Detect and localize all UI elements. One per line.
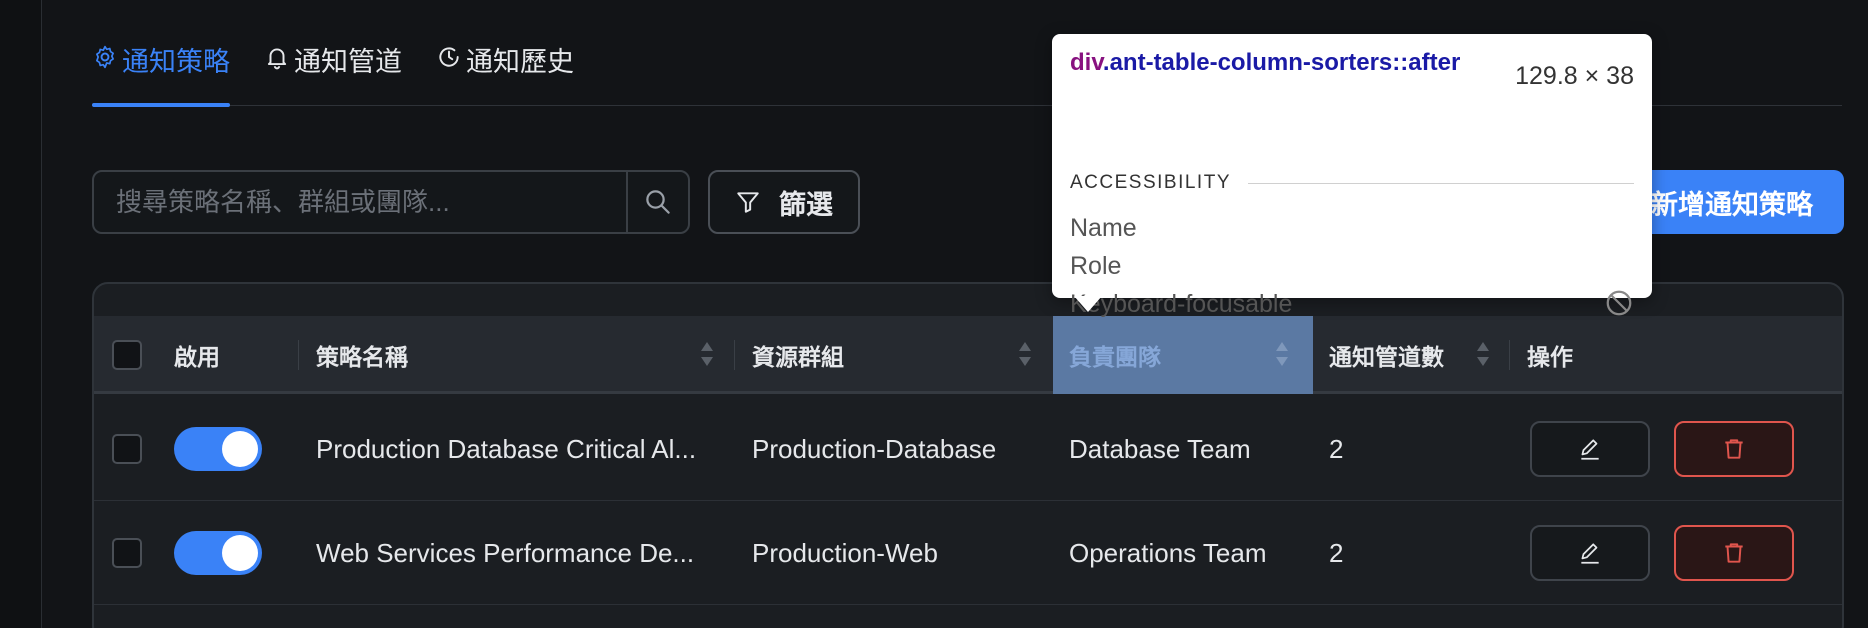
header-select-all[interactable] <box>112 316 162 394</box>
tooltip-arrow <box>1074 296 1102 312</box>
tab-label: 通知管道 <box>294 47 402 77</box>
history-clock-icon <box>439 47 459 67</box>
channel-count-cell: 2 <box>1329 537 1344 568</box>
header-enabled: 啟用 <box>174 344 220 370</box>
tab-notification-channel[interactable]: 通知管道 <box>264 40 402 106</box>
header-team[interactable]: 負責團隊 <box>1053 316 1313 394</box>
tooltip-size: 129.8 × 38 <box>1515 62 1634 90</box>
edit-pencil-icon <box>1581 543 1599 564</box>
tab-notification-history[interactable]: 通知歷史 <box>436 40 574 106</box>
resource-group-cell: Production-Database <box>752 433 997 464</box>
policy-name-cell: Web Services Performance De... <box>316 537 695 568</box>
search-box <box>92 170 690 234</box>
column-divider <box>298 340 299 370</box>
tooltip-section-title: ACCESSIBILITY <box>1070 172 1231 193</box>
tooltip-prop-name: Name <box>1070 214 1137 242</box>
trash-icon <box>1725 543 1743 563</box>
header-channel-count[interactable]: 通知管道數 <box>1329 316 1444 394</box>
search-button[interactable] <box>626 172 688 232</box>
row-select-cell <box>112 397 142 501</box>
sort-icon[interactable] <box>1016 338 1034 370</box>
tab-label: 通知策略 <box>122 47 230 77</box>
edit-cell <box>1530 501 1650 605</box>
gear-icon <box>96 45 114 69</box>
column-divider <box>734 340 735 370</box>
table-header: 啟用 策略名稱 資源群組 負責團隊 通知管道數 操作 <box>94 316 1842 394</box>
header-policy-name[interactable]: 策略名稱 <box>316 316 408 394</box>
tooltip-prop-role: Role <box>1070 252 1122 280</box>
search-input[interactable] <box>94 172 626 232</box>
policy-name-cell: Production Database Critical Al... <box>316 433 697 464</box>
tab-notification-policy[interactable]: 通知策略 <box>92 40 230 107</box>
selector-tag: div <box>1070 49 1103 76</box>
select-all-checkbox[interactable] <box>112 340 142 370</box>
row-select-cell <box>112 501 142 605</box>
column-divider <box>1509 340 1510 370</box>
trash-icon <box>1725 439 1743 459</box>
tooltip-selector: div.ant-table-column-sorters::after <box>1070 48 1500 78</box>
team-cell: Operations Team <box>1069 537 1267 568</box>
edit-cell <box>1530 397 1650 501</box>
resource-group-cell: Production-Web <box>752 537 938 568</box>
add-policy-label: 新增通知策略 <box>1651 189 1813 220</box>
tooltip-prop-keyboard: Keyboard-focusable <box>1070 290 1293 318</box>
enabled-cell <box>174 501 262 605</box>
not-focusable-icon <box>1606 290 1632 316</box>
row-checkbox[interactable] <box>112 538 142 568</box>
header-actions: 操作 <box>1527 344 1573 370</box>
filter-icon <box>737 192 759 213</box>
table-row: Web Services Performance De... Productio… <box>94 501 1842 605</box>
enabled-toggle[interactable] <box>174 427 262 471</box>
delete-cell <box>1674 397 1794 501</box>
sort-icon[interactable] <box>1474 338 1492 370</box>
delete-button[interactable] <box>1674 421 1794 477</box>
tab-label: 通知歷史 <box>466 47 574 77</box>
team-cell: Database Team <box>1069 433 1251 464</box>
header-resource-group[interactable]: 資源群組 <box>752 316 844 394</box>
tooltip-divider <box>1248 183 1634 184</box>
enabled-toggle[interactable] <box>174 531 262 575</box>
edit-button[interactable] <box>1530 525 1650 581</box>
policy-table: 啟用 策略名稱 資源群組 負責團隊 通知管道數 操作 Production Da… <box>92 282 1844 628</box>
row-checkbox[interactable] <box>112 434 142 464</box>
edit-pencil-icon <box>1581 439 1599 460</box>
sort-icon[interactable] <box>698 338 716 370</box>
left-sidebar-rail <box>0 0 42 628</box>
edit-button[interactable] <box>1530 421 1650 477</box>
channel-count-cell: 2 <box>1329 433 1344 464</box>
selector-class: .ant-table-column-sorters::after <box>1102 49 1461 76</box>
sort-icon[interactable] <box>1273 338 1291 370</box>
filter-label: 篩選 <box>779 189 833 220</box>
table-row: Production Database Critical Al... Produ… <box>94 397 1842 501</box>
header-team-label: 負責團隊 <box>1069 344 1161 370</box>
delete-button[interactable] <box>1674 525 1794 581</box>
devtools-inspect-tooltip: div.ant-table-column-sorters::after 129.… <box>1052 34 1652 318</box>
filter-button[interactable]: 篩選 <box>708 170 860 234</box>
bell-icon <box>267 48 287 70</box>
enabled-cell <box>174 397 262 501</box>
search-icon <box>646 190 670 214</box>
delete-cell <box>1674 501 1794 605</box>
